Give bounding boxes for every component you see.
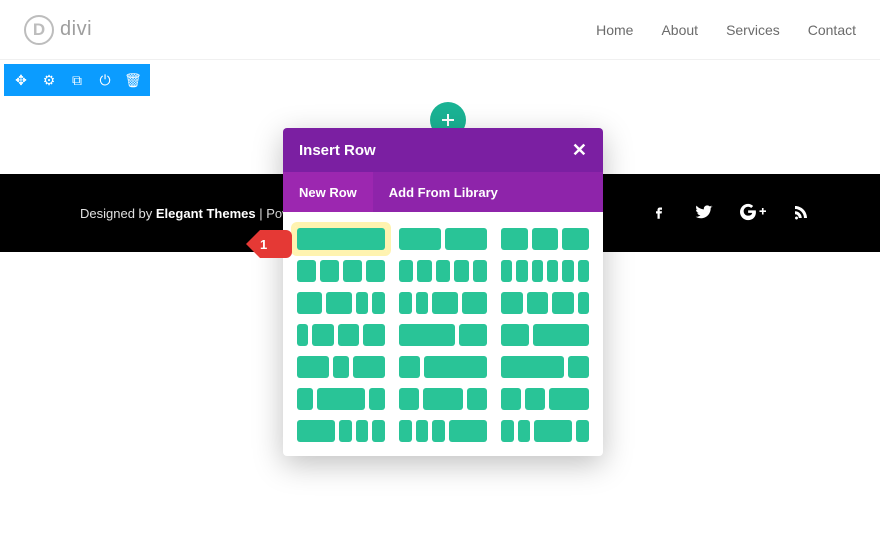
layout-options-grid — [283, 212, 603, 456]
layout-option[interactable] — [297, 420, 385, 442]
insert-row-modal: Insert Row ✕ New Row Add From Library — [283, 128, 603, 456]
step-callout: 1 — [246, 230, 292, 258]
layout-option[interactable] — [501, 260, 589, 282]
layout-option[interactable] — [501, 228, 589, 250]
primary-nav: Home About Services Contact — [596, 22, 856, 38]
layout-option[interactable] — [297, 292, 385, 314]
layout-option[interactable] — [399, 324, 487, 346]
facebook-icon[interactable] — [650, 203, 668, 224]
layout-option[interactable] — [501, 388, 589, 410]
layout-option[interactable] — [297, 356, 385, 378]
tab-add-from-library[interactable]: Add From Library — [373, 172, 514, 212]
site-header: D divi Home About Services Contact — [0, 0, 880, 60]
nav-services[interactable]: Services — [726, 22, 780, 38]
layout-option[interactable] — [501, 420, 589, 442]
layout-option[interactable] — [399, 260, 487, 282]
nav-contact[interactable]: Contact — [808, 22, 856, 38]
layout-option[interactable] — [295, 226, 387, 252]
layout-option[interactable] — [399, 356, 487, 378]
section-toolbar: ✥ ⚙ ⧉ ⏻ 🗑 — [4, 64, 150, 96]
layout-option[interactable] — [399, 228, 487, 250]
layout-option[interactable] — [399, 388, 487, 410]
power-icon[interactable]: ⏻ — [98, 72, 112, 89]
plus-icon — [440, 112, 456, 128]
layout-option[interactable] — [297, 324, 385, 346]
layout-option[interactable] — [501, 356, 589, 378]
modal-tabs: New Row Add From Library — [283, 172, 603, 212]
nav-home[interactable]: Home — [596, 22, 633, 38]
move-icon[interactable]: ✥ — [14, 72, 28, 89]
layout-option[interactable] — [399, 420, 487, 442]
twitter-icon[interactable] — [694, 202, 714, 225]
footer-credit: Designed by Elegant Themes | Pow — [80, 206, 291, 221]
logo-text: divi — [60, 18, 92, 41]
footer-social — [650, 202, 810, 225]
rss-icon[interactable] — [792, 203, 810, 224]
trash-icon[interactable]: 🗑 — [126, 72, 140, 89]
duplicate-icon[interactable]: ⧉ — [70, 72, 84, 89]
gear-icon[interactable]: ⚙ — [42, 72, 56, 89]
googleplus-icon[interactable] — [740, 203, 766, 224]
nav-about[interactable]: About — [661, 22, 698, 38]
layout-option[interactable] — [297, 388, 385, 410]
step-callout-label: 1 — [260, 237, 267, 252]
layout-option[interactable] — [399, 292, 487, 314]
layout-option[interactable] — [297, 260, 385, 282]
close-icon[interactable]: ✕ — [572, 140, 587, 161]
logo[interactable]: D divi — [24, 15, 92, 45]
modal-title: Insert Row — [299, 142, 376, 159]
layout-option[interactable] — [501, 324, 589, 346]
logo-mark-icon: D — [24, 15, 54, 45]
layout-option[interactable] — [501, 292, 589, 314]
modal-header: Insert Row ✕ — [283, 128, 603, 172]
tab-new-row[interactable]: New Row — [283, 172, 373, 212]
